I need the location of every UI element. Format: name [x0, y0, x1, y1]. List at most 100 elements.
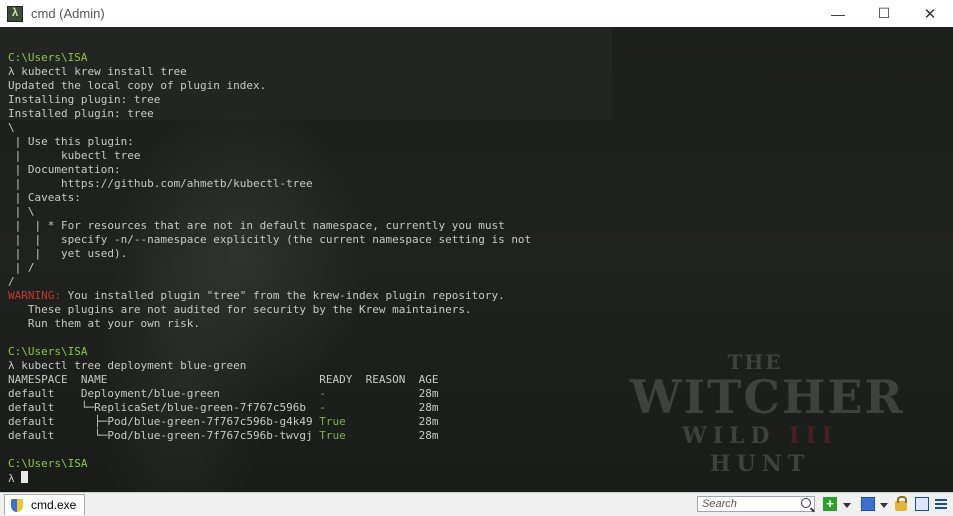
- terminal-text: 28m: [325, 387, 439, 400]
- terminal-text: | | * For resources that are not in defa…: [8, 219, 505, 232]
- terminal-text: Run them at your own risk.: [8, 317, 201, 330]
- terminal-text: 28m: [325, 401, 439, 414]
- terminal-text: | \: [8, 205, 35, 218]
- search-input[interactable]: Search: [697, 496, 815, 512]
- terminal-text: | https://github.com/ahmetb/kubectl-tree: [8, 177, 313, 190]
- terminal-text: True: [319, 415, 346, 428]
- terminal-line: Installing plugin: tree: [8, 93, 531, 107]
- new-console-icon[interactable]: +: [823, 497, 837, 511]
- terminal-line: default └─ReplicaSet/blue-green-7f767c59…: [8, 401, 531, 415]
- terminal-line: C:\Users\ISA: [8, 345, 531, 359]
- terminal-text: λ kubectl tree deployment blue-green: [8, 359, 247, 372]
- minimize-button[interactable]: —: [815, 0, 861, 27]
- terminal-line: default ├─Pod/blue-green-7f767c596b-g4k4…: [8, 415, 531, 429]
- terminal-line: default Deployment/blue-green - 28m: [8, 387, 531, 401]
- terminal-text: NAMESPACE NAME READY REASON AGE: [8, 373, 439, 386]
- terminal-text: | kubectl tree: [8, 149, 141, 162]
- console-tab[interactable]: cmd.exe: [4, 494, 86, 515]
- tabs-icon[interactable]: [861, 497, 875, 511]
- warning-label: WARNING:: [8, 289, 61, 302]
- terminal-line: WARNING: You installed plugin "tree" fro…: [8, 289, 531, 303]
- terminal-text: -: [319, 401, 326, 414]
- console-tab-label: cmd.exe: [31, 498, 77, 512]
- terminal-text: default └─Pod/blue-green-7f767c596b-twvg…: [8, 429, 320, 442]
- terminal-text: 28m: [345, 429, 439, 442]
- terminal-text: You installed plugin "tree" from the kre…: [60, 289, 505, 302]
- text-cursor: [21, 471, 29, 483]
- terminal-line: | kubectl tree: [8, 149, 531, 163]
- title-bar[interactable]: λ cmd (Admin) — ☐ ✕: [0, 0, 953, 27]
- terminal-text: | Documentation:: [8, 163, 121, 176]
- logo-sub-left: WILD: [681, 423, 776, 449]
- terminal-text: | Caveats:: [8, 191, 81, 204]
- terminal-line: | \: [8, 205, 531, 219]
- window-controls: — ☐ ✕: [815, 0, 953, 27]
- prompt-path: C:\Users\ISA: [8, 345, 88, 358]
- search-placeholder: Search: [702, 498, 737, 510]
- terminal-text: | | yet used).: [8, 247, 128, 260]
- status-bar: cmd.exe Search +: [0, 492, 953, 516]
- terminal-output[interactable]: C:\Users\ISA λ kubectl krew install tree U…: [8, 51, 531, 485]
- close-button[interactable]: ✕: [907, 0, 953, 27]
- witcher-logo: THE WITCHER WILD III HUNT: [630, 352, 905, 492]
- menu-icon[interactable]: [935, 497, 947, 511]
- console-area[interactable]: THE WITCHER WILD III HUNT C:\Users\ISA λ …: [0, 27, 953, 492]
- terminal-text: -: [319, 387, 326, 400]
- terminal-line: | | yet used).: [8, 247, 531, 261]
- terminal-line: | Caveats:: [8, 191, 531, 205]
- terminal-line: /: [8, 275, 531, 289]
- search-icon[interactable]: [801, 498, 811, 508]
- terminal-line: | | specify -n/--namespace explicitly (t…: [8, 233, 532, 247]
- prompt-path: C:\Users\ISA: [8, 457, 88, 470]
- terminal-line: | | * For resources that are not in defa…: [8, 219, 531, 233]
- terminal-text: default └─ReplicaSet/blue-green-7f767c59…: [8, 401, 320, 414]
- terminal-text: Installed plugin: tree: [8, 107, 154, 120]
- terminal-text: | /: [8, 261, 35, 274]
- terminal-line: λ: [8, 471, 531, 485]
- terminal-text: Updated the local copy of plugin index.: [8, 79, 267, 92]
- cmder-icon[interactable]: λ: [7, 5, 23, 22]
- terminal-text: \: [8, 121, 15, 134]
- terminal-text: 28m: [345, 415, 439, 428]
- terminal-text: λ: [8, 472, 22, 485]
- terminal-text: | | specify -n/--namespace explicitly (t…: [8, 233, 532, 246]
- terminal-line: | /: [8, 261, 531, 275]
- admin-shield-icon: [11, 498, 23, 512]
- terminal-line: These plugins are not audited for securi…: [8, 303, 531, 317]
- terminal-text: default ├─Pod/blue-green-7f767c596b-g4k4…: [8, 415, 320, 428]
- terminal-line: | https://github.com/ahmetb/kubectl-tree: [8, 177, 531, 191]
- chevron-down-icon[interactable]: [843, 503, 851, 508]
- logo-sub-right: HUNT: [709, 451, 811, 477]
- terminal-text: These plugins are not audited for securi…: [8, 303, 472, 316]
- logo-sub-numeral: III: [789, 423, 839, 449]
- logo-sub: WILD III HUNT: [630, 422, 890, 478]
- terminal-line: λ kubectl tree deployment blue-green: [8, 359, 531, 373]
- prompt-path: C:\Users\ISA: [8, 51, 88, 64]
- terminal-line: C:\Users\ISA: [8, 51, 531, 65]
- terminal-line: | Use this plugin:: [8, 135, 531, 149]
- terminal-text: | Use this plugin:: [8, 135, 134, 148]
- terminal-line: NAMESPACE NAME READY REASON AGE: [8, 373, 531, 387]
- terminal-text: default Deployment/blue-green: [8, 387, 320, 400]
- terminal-line: default └─Pod/blue-green-7f767c596b-twvg…: [8, 429, 531, 443]
- terminal-text: /: [8, 275, 15, 288]
- terminal-line: λ kubectl krew install tree: [8, 65, 531, 79]
- terminal-line: \: [8, 121, 531, 135]
- logo-the: THE: [727, 350, 783, 374]
- terminal-line: Updated the local copy of plugin index.: [8, 79, 531, 93]
- maximize-button[interactable]: ☐: [861, 0, 907, 27]
- logo-main: WITCHER: [630, 370, 905, 424]
- terminal-text: Installing plugin: tree: [8, 93, 161, 106]
- terminal-line: | Documentation:: [8, 163, 531, 177]
- terminal-line: Installed plugin: tree: [8, 107, 531, 121]
- terminal-text: λ kubectl krew install tree: [8, 65, 187, 78]
- chevron-down-icon[interactable]: [880, 503, 888, 508]
- terminal-text: True: [319, 429, 346, 442]
- terminal-line: Run them at your own risk.: [8, 317, 531, 331]
- lock-icon[interactable]: [895, 496, 907, 511]
- panel-icon[interactable]: [915, 497, 929, 511]
- window-title: cmd (Admin): [31, 6, 105, 21]
- terminal-line: C:\Users\ISA: [8, 457, 531, 471]
